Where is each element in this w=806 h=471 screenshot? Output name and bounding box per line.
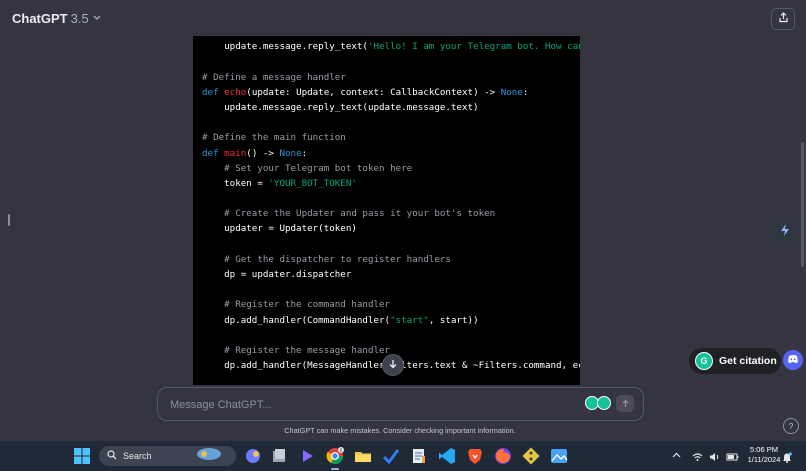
model-selector[interactable]: ChatGPT 3.5	[12, 11, 101, 26]
code-token: def start(update: Update, context: Callb…	[224, 36, 556, 37]
code-token: :	[522, 86, 529, 98]
scrollbar[interactable]	[801, 142, 804, 267]
code-line: # Get the dispatcher to register handler…	[202, 252, 580, 267]
message-input[interactable]	[168, 395, 572, 415]
code-line: def main() -> None:	[202, 146, 580, 161]
disclaimer-text: ChatGPT can make mistakes. Consider chec…	[284, 426, 516, 435]
search-icon	[107, 447, 117, 465]
code-line: dp = updater.dispatcher	[202, 267, 580, 282]
chevron-down-icon	[93, 13, 101, 24]
sidebar-toggle-handle[interactable]	[8, 214, 10, 226]
folder-icon[interactable]	[354, 447, 372, 465]
windows-start-button[interactable]	[74, 448, 90, 464]
code-token: update.message.reply_text(	[202, 41, 368, 53]
code-token: def	[202, 86, 225, 98]
code-token: 'YOUR_BOT_TOKEN'	[268, 177, 357, 189]
top-bar: ChatGPT 3.5	[0, 0, 806, 36]
model-version: 3.5	[70, 11, 89, 26]
code-line: # Create the Updater and pass it your bo…	[202, 206, 580, 221]
wifi-icon	[692, 449, 703, 467]
file-stack-icon[interactable]	[270, 447, 288, 465]
share-button[interactable]	[771, 8, 795, 30]
model-name: ChatGPT	[12, 11, 68, 26]
media-player-icon[interactable]	[298, 447, 316, 465]
vscode-icon[interactable]	[438, 447, 456, 465]
get-citation-button[interactable]: G Get citation	[689, 348, 781, 374]
code-line: updater = Updater(token)	[202, 221, 580, 236]
code-token: , start))	[428, 314, 479, 326]
code-token: None	[279, 147, 302, 159]
code-token: () ->	[246, 147, 280, 159]
code-token: 'Hello! I am your Telegram bot. How can …	[367, 41, 580, 53]
code-line: token = 'YOUR_BOT_TOKEN'	[202, 176, 580, 191]
chrome-icon[interactable]: 2	[326, 447, 344, 470]
code-token: token =	[202, 177, 269, 189]
code-token: update.message.reply_text(update.message…	[202, 101, 479, 113]
code-token: None	[500, 86, 523, 98]
code-line: # Set your Telegram bot token here	[202, 161, 580, 176]
notepad-icon[interactable]	[410, 447, 428, 465]
code-token: (update: Update, context: CallbackContex…	[246, 86, 501, 98]
notification-bell-icon[interactable]	[782, 450, 792, 468]
code-line: # Define a message handler	[202, 70, 580, 85]
extension-bolt-button[interactable]	[772, 219, 798, 245]
code-line: dp.add_handler(CommandHandler("start", s…	[202, 313, 580, 328]
code-line: update.message.reply_text(update.message…	[202, 100, 580, 115]
share-icon	[778, 10, 789, 28]
taskbar-search[interactable]: Search	[99, 446, 236, 466]
system-tray[interactable]	[692, 449, 739, 467]
code-token: # Register the message handler	[202, 344, 391, 356]
todo-check-icon[interactable]	[382, 447, 400, 465]
code-token: # Get the dispatcher to register handler…	[202, 253, 451, 265]
search-highlight-icon	[196, 447, 222, 466]
discord-icon	[787, 351, 799, 369]
send-button[interactable]	[616, 395, 634, 412]
code-token: # Register the command handler	[202, 299, 391, 311]
code-line: update.message.reply_text('Hello! I am y…	[202, 39, 580, 54]
code-block: def start(update: Update, context: Callb…	[193, 36, 580, 385]
scroll-to-bottom-button[interactable]	[382, 354, 404, 376]
code-token: # Set your Telegram bot token here	[202, 162, 413, 174]
code-content: def start(update: Update, context: Callb…	[202, 36, 580, 373]
code-token: dp = updater.dispatcher	[202, 269, 352, 280]
brave-icon[interactable]	[466, 447, 484, 465]
discord-button[interactable]	[783, 350, 803, 370]
git-icon[interactable]	[522, 447, 540, 465]
help-button[interactable]: ?	[783, 418, 799, 434]
widgets-icon[interactable]	[244, 447, 262, 465]
code-token: echo	[224, 86, 247, 98]
code-line: def echo(update: Update, context: Callba…	[202, 85, 580, 100]
arrow-down-icon	[388, 356, 398, 374]
code-token: "start"	[390, 314, 429, 326]
code-line: # Define the main function	[202, 130, 580, 145]
message-composer	[157, 387, 644, 421]
search-label: Search	[123, 451, 152, 461]
code-token: dp.add_handler(CommandHandler(	[202, 314, 391, 326]
code-token: # Define a message handler	[202, 71, 346, 83]
grammarly-logo-icon: G	[695, 352, 713, 370]
grammarly-assist-icon	[597, 396, 611, 410]
grammarly-badges[interactable]	[585, 396, 611, 410]
code-line: # Register the command handler	[202, 297, 580, 312]
get-citation-label: Get citation	[719, 355, 777, 367]
lightning-icon	[778, 223, 792, 242]
code-token: updater = Updater(token)	[202, 223, 357, 235]
tray-overflow-chevron-icon[interactable]	[672, 450, 681, 460]
code-token: # Define the main function	[202, 132, 346, 144]
volume-icon	[709, 449, 720, 467]
code-token: # Create the Updater and pass it your bo…	[202, 208, 496, 220]
code-token: def	[202, 147, 225, 159]
firefox-icon[interactable]	[494, 447, 512, 465]
code-token: :	[301, 147, 308, 159]
code-token: main	[224, 147, 247, 159]
arrow-up-icon	[621, 395, 630, 413]
photos-icon[interactable]	[550, 447, 568, 465]
